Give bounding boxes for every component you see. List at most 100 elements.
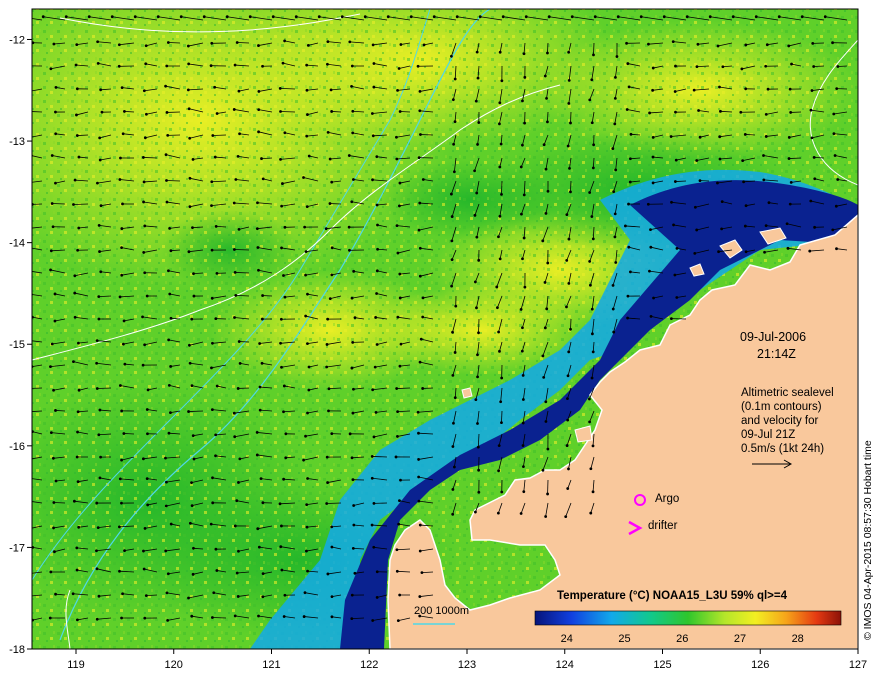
velocity-arrow-head bbox=[721, 65, 725, 69]
velocity-arrow-head bbox=[305, 63, 309, 67]
velocity-arrow-head bbox=[350, 84, 353, 88]
velocity-arrow-head bbox=[675, 296, 679, 299]
velocity-arrow-head bbox=[237, 228, 241, 231]
velocity-arrow-head bbox=[54, 85, 58, 89]
velocity-arrow-head bbox=[143, 616, 147, 620]
velocity-arrow-head bbox=[118, 525, 121, 529]
velocity-arrow-head bbox=[52, 501, 56, 504]
velocity-arrow-head bbox=[543, 326, 547, 330]
velocity-arrow-head bbox=[546, 261, 550, 265]
velocity-arrow-head bbox=[708, 15, 712, 19]
velocity-arrow-head bbox=[165, 111, 169, 114]
velocity-arrow-head bbox=[541, 354, 545, 358]
velocity-arrow-head bbox=[611, 147, 615, 150]
velocity-arrow-head bbox=[165, 480, 168, 484]
velocity-arrow-head bbox=[545, 307, 549, 311]
velocity-arrow-head bbox=[496, 511, 500, 515]
colorbar-tick-label: 26 bbox=[676, 633, 688, 645]
velocity-arrow-head bbox=[192, 294, 196, 298]
velocity-arrow-head bbox=[26, 339, 29, 342]
velocity-arrow-head bbox=[283, 131, 287, 135]
velocity-arrow-head bbox=[395, 387, 399, 390]
velocity-arrow-head bbox=[98, 408, 102, 412]
velocity-arrow-head bbox=[371, 388, 375, 392]
velocity-arrow-head bbox=[326, 40, 330, 44]
velocity-arrow-head bbox=[282, 410, 285, 414]
velocity-arrow-head bbox=[77, 341, 80, 345]
velocity-arrow-head bbox=[212, 591, 216, 595]
velocity-arrow-head bbox=[409, 15, 413, 19]
velocity-arrow-head bbox=[787, 136, 791, 139]
velocity-arrow-head bbox=[304, 314, 308, 318]
velocity-arrow-head bbox=[28, 227, 31, 230]
velocity-arrow-head bbox=[352, 269, 356, 273]
velocity-arrow-head bbox=[261, 572, 265, 576]
velocity-arrow-head bbox=[330, 180, 334, 184]
velocity-arrow-head bbox=[499, 142, 503, 146]
velocity-arrow-head bbox=[421, 296, 425, 300]
velocity-arrow-head bbox=[256, 246, 260, 249]
velocity-arrow-head bbox=[521, 326, 524, 330]
velocity-arrow-head bbox=[591, 444, 595, 448]
velocity-arrow-head bbox=[169, 522, 173, 526]
velocity-arrow-head bbox=[330, 545, 334, 549]
velocity-arrow-head bbox=[330, 595, 334, 598]
velocity-arrow-head bbox=[210, 41, 214, 45]
velocity-arrow-head bbox=[307, 365, 311, 369]
velocity-arrow-head bbox=[375, 596, 379, 599]
velocity-arrow-head bbox=[670, 317, 673, 321]
velocity-arrow-head bbox=[98, 476, 102, 480]
x-axis-ticks: 119 120 121 122 123 124 125 126 127 bbox=[67, 649, 867, 671]
velocity-arrow-head bbox=[452, 421, 455, 425]
velocity-arrow-head bbox=[214, 433, 218, 437]
velocity-arrow-head bbox=[235, 499, 239, 503]
velocity-arrow-head bbox=[477, 468, 481, 472]
velocity-arrow-head bbox=[142, 200, 145, 204]
velocity-arrow-head bbox=[143, 271, 147, 275]
velocity-arrow bbox=[745, 134, 756, 136]
velocity-arrow-head bbox=[544, 167, 548, 171]
velocity-arrow-head bbox=[350, 200, 354, 204]
velocity-arrow-head bbox=[279, 341, 282, 345]
velocity-arrow-head bbox=[375, 343, 379, 346]
velocity-arrow-head bbox=[613, 96, 617, 100]
velocity-arrow-head bbox=[473, 213, 477, 217]
velocity-arrow-head bbox=[49, 249, 53, 253]
velocity-arrow bbox=[501, 180, 503, 195]
velocity-arrow-head bbox=[211, 134, 215, 137]
y-tick-label: -17 bbox=[9, 542, 25, 554]
velocity-arrow-head bbox=[167, 431, 171, 435]
velocity-arrow-head bbox=[52, 388, 55, 392]
velocity-arrow-head bbox=[144, 594, 148, 598]
velocity-arrow-head bbox=[283, 225, 287, 229]
velocity-arrow-head bbox=[831, 41, 834, 45]
velocity-arrow-head bbox=[764, 112, 768, 116]
velocity-arrow-head bbox=[567, 467, 570, 471]
x-tick-label: 124 bbox=[556, 659, 574, 671]
velocity-arrow-head bbox=[744, 204, 748, 208]
velocity-arrow-head bbox=[800, 15, 804, 19]
velocity-arrow-head bbox=[716, 181, 719, 185]
velocity-arrow-head bbox=[168, 226, 172, 230]
velocity-arrow-head bbox=[328, 157, 332, 161]
altimetry-line-4: 09-Jul 21Z bbox=[741, 429, 796, 441]
velocity-arrow-head bbox=[118, 477, 122, 481]
velocity-arrow-head bbox=[522, 193, 526, 197]
velocity-arrow-head bbox=[118, 569, 121, 573]
velocity-arrow-head bbox=[260, 157, 263, 160]
velocity-arrow-head bbox=[50, 202, 54, 205]
velocity-arrow-head bbox=[475, 306, 478, 310]
velocity-arrow-head bbox=[256, 527, 260, 531]
velocity-arrow-head bbox=[257, 130, 260, 134]
velocity-arrow-head bbox=[302, 615, 306, 618]
velocity-arrow-head bbox=[209, 64, 213, 68]
velocity-arrow-head bbox=[763, 250, 766, 254]
velocity-arrow-head bbox=[99, 270, 103, 274]
velocity-arrow-head bbox=[120, 246, 123, 250]
velocity-arrow-head bbox=[521, 257, 524, 261]
velocity-arrow-head bbox=[546, 120, 549, 124]
velocity-arrow-head bbox=[145, 408, 149, 411]
velocity-arrow-head bbox=[164, 456, 167, 460]
velocity-arrow-head bbox=[519, 308, 523, 311]
velocity-arrow-head bbox=[54, 181, 57, 185]
